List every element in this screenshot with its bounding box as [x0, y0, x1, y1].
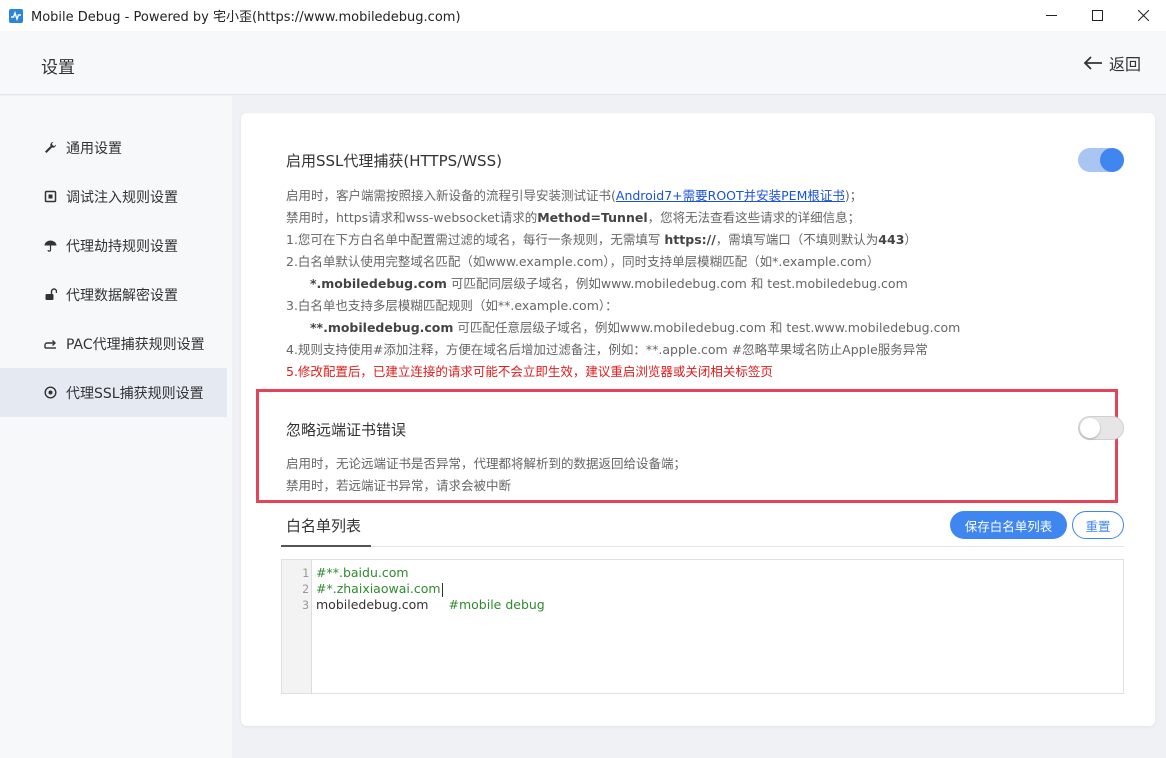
reset-button[interactable]: 重置 [1072, 511, 1124, 539]
desc-line: 4.规则支持使用#添加注释，方便在域名后增加过滤备注，例如：**.apple.c… [286, 342, 928, 357]
sidebar-item-hijack[interactable]: 代理劫持规则设置 [0, 221, 227, 270]
code-line: #*.zhaixiaowai.com [316, 581, 443, 597]
toggle-knob [1100, 148, 1124, 172]
unlock-icon [43, 288, 57, 302]
ignore-cert-title: 忽略远端证书错误 [286, 421, 407, 439]
desc-text: ） [904, 232, 917, 247]
tab-whitelist[interactable]: 白名单列表 [286, 515, 361, 536]
code-comment: #*.zhaixiaowai.com [316, 581, 441, 596]
warning-text: 5.修改配置后，已建立连接的请求可能不会立即生效，建议重启浏览器或关闭相关标签页 [286, 364, 773, 379]
app-logo-icon [9, 8, 23, 23]
desc-line: 2.白名单默认使用完整域名匹配（如www.example.com），同时支持单层… [286, 254, 880, 269]
sidebar-item-label: 调试注入规则设置 [66, 189, 178, 206]
desc-line: 禁用时，若远端证书异常，请求会被中断 [286, 478, 512, 493]
pem-cert-link[interactable]: Android7+需要ROOT并安装PEM根证书 [616, 188, 845, 203]
ssl-capture-title: 启用SSL代理捕获(HTTPS/WSS) [286, 152, 502, 170]
desc-line: 3.白名单也支持多层模糊匹配规则（如**.example.com）： [286, 298, 618, 313]
sidebar-item-decrypt[interactable]: 代理数据解密设置 [0, 270, 227, 319]
sidebar-item-label: 代理数据解密设置 [66, 287, 178, 304]
minimize-button[interactable] [1028, 0, 1074, 31]
tab-active-indicator [281, 545, 371, 547]
whitelist-editor[interactable]: 1 2 3 #**.baidu.com #*.zhaixiaowai.com m… [281, 559, 1124, 694]
desc-text: 1.您可在下方白名单中配置需过滤的域名，每行一条规则，无需填写 [286, 232, 665, 247]
code-comment: #**.baidu.com [316, 565, 409, 580]
umbrella-icon [43, 239, 57, 253]
line-number: 3 [302, 598, 309, 612]
code-line: mobiledebug.com #mobile debug [316, 597, 545, 612]
desc-text: )； [844, 188, 863, 203]
sidebar-item-label: 通用设置 [66, 140, 122, 157]
desc-bold: **.mobiledebug.com [310, 320, 454, 335]
sidebar-item-label: 代理SSL捕获规则设置 [66, 385, 204, 402]
code-line: #**.baidu.com [316, 565, 409, 580]
desc-bold: *.mobiledebug.com [310, 276, 447, 291]
window-controls [1028, 0, 1166, 31]
back-button[interactable]: 返回 [1083, 51, 1141, 75]
ignore-cert-description: 启用时，无论远端证书是否异常，代理都将解析到的数据返回给设备端； 禁用时，若远端… [286, 453, 686, 497]
ssl-capture-toggle[interactable] [1078, 148, 1124, 172]
sidebar-item-pac[interactable]: PAC代理捕获规则设置 [0, 319, 227, 368]
sidebar-item-ssl[interactable]: 代理SSL捕获规则设置 [0, 368, 227, 417]
desc-text: 可匹配同层级子域名，例如www.mobiledebug.com 和 test.m… [446, 276, 908, 291]
inject-icon [43, 190, 57, 204]
maximize-icon [1091, 10, 1103, 21]
ssl-capture-description: 启用时，客户端需按照接入新设备的流程引导安装测试证书(Android7+需要RO… [286, 185, 960, 383]
arrow-left-icon [1083, 56, 1102, 70]
desc-line: 启用时，无论远端证书是否异常，代理都将解析到的数据返回给设备端； [286, 456, 687, 471]
desc-bold: Method=Tunnel [537, 210, 648, 225]
back-label: 返回 [1108, 55, 1141, 74]
line-number: 1 [302, 566, 309, 580]
line-number: 2 [302, 582, 309, 596]
save-whitelist-button[interactable]: 保存白名单列表 [950, 511, 1067, 539]
desc-text: ，需填写端口（不填则默认为 [715, 232, 879, 247]
toggle-knob [1080, 418, 1100, 438]
desc-text: 启用时，客户端需按照接入新设备的流程引导安装测试证书( [286, 188, 616, 203]
settings-card: 启用SSL代理捕获(HTTPS/WSS) 启用时，客户端需按照接入新设备的流程引… [241, 113, 1155, 726]
sidebar-item-inject[interactable]: 调试注入规则设置 [0, 172, 227, 221]
sidebar-item-general[interactable]: 通用设置 [0, 123, 227, 172]
code-comment: #mobile debug [448, 597, 545, 612]
desc-text: ，您将无法查看这些请求的详细信息； [647, 210, 861, 225]
window-title: Mobile Debug - Powered by 宅小歪(https://ww… [31, 10, 461, 25]
target-icon [43, 386, 57, 400]
close-icon [1137, 10, 1149, 21]
desc-bold: 443 [878, 232, 905, 247]
minimize-icon [1045, 15, 1057, 16]
sidebar: 通用设置 调试注入规则设置 代理劫持规则设置 代理数据解密设置 PAC代理捕获规… [0, 96, 232, 758]
text-caret [441, 582, 443, 597]
page-header: 设置 返回 [0, 31, 1166, 95]
ignore-cert-toggle[interactable] [1078, 416, 1124, 440]
route-icon [43, 337, 57, 351]
page-title: 设置 [41, 58, 75, 78]
tab-divider [281, 546, 1124, 547]
sidebar-item-label: 代理劫持规则设置 [66, 238, 178, 255]
maximize-button[interactable] [1074, 0, 1120, 31]
desc-text: 禁用时，https请求和wss-websocket请求的 [286, 210, 538, 225]
window-titlebar: Mobile Debug - Powered by 宅小歪(https://ww… [0, 0, 1166, 31]
close-button[interactable] [1120, 0, 1166, 31]
wrench-icon [43, 141, 57, 155]
sidebar-item-label: PAC代理捕获规则设置 [66, 336, 205, 353]
desc-bold: https:// [664, 232, 716, 247]
desc-text: 可匹配任意层级子域名，例如www.mobiledebug.com 和 test.… [453, 320, 961, 335]
code-domain: mobiledebug.com [316, 597, 429, 612]
